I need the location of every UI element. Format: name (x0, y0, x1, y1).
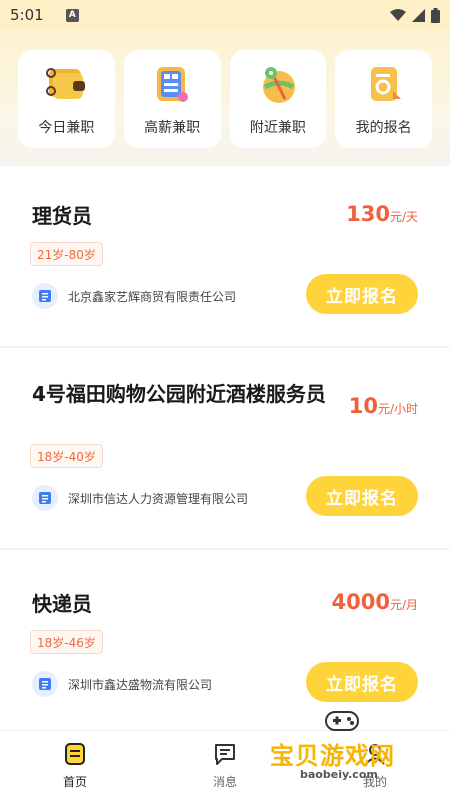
apply-button[interactable]: 立即报名 (306, 274, 418, 314)
company-row: 深圳市鑫达盛物流有限公司 (32, 671, 212, 697)
salary-unit: 元/天 (389, 210, 418, 224)
age-tag: 21岁-80岁 (30, 242, 103, 266)
job-list: 理货员 130元/天 21岁-80岁 北京鑫家艺辉商贸有限责任公司 立即报名 4… (0, 166, 450, 732)
quick-link-label: 我的报名 (355, 120, 412, 136)
tab-label: 消息 (212, 775, 237, 789)
job-salary: 4000元/月 (332, 590, 419, 614)
salary-unit: 元/月 (389, 598, 418, 612)
status-time: 5:01 (10, 6, 44, 24)
salary-amount: 4000 (331, 590, 390, 614)
message-icon (215, 744, 235, 765)
company-icon (32, 485, 58, 511)
company-name: 北京鑫家艺辉商贸有限责任公司 (68, 289, 237, 304)
quick-links-row: 今日兼职 高薪兼职 附近兼职 我的报名 (18, 50, 432, 148)
company-icon (32, 671, 58, 697)
job-title: 理货员 (32, 204, 92, 228)
salary-unit: 元/小时 (377, 402, 418, 416)
signal-icon (412, 8, 425, 22)
quick-link-my-signups[interactable]: 我的报名 (335, 50, 432, 148)
quick-link-label: 今日兼职 (38, 120, 95, 136)
apply-button[interactable]: 立即报名 (306, 662, 418, 702)
job-card[interactable]: 4号福田购物公园附近酒楼服务员 10元/小时 18岁-40岁 深圳市信达人力资源… (0, 348, 450, 548)
job-salary: 10元/小时 (349, 394, 418, 418)
quick-link-high-pay[interactable]: 高薪兼职 (123, 50, 221, 148)
company-name: 深圳市鑫达盛物流有限公司 (68, 677, 213, 692)
age-tag: 18岁-40岁 (30, 444, 103, 468)
watermark-url: baobeiy.com (300, 768, 378, 781)
watermark-logo: 宝贝游戏网 baobeiy.com (270, 706, 420, 786)
home-list-icon (65, 743, 85, 765)
map-icon (262, 67, 295, 103)
tab-home[interactable]: 首页 (0, 731, 150, 800)
wallet-icon (46, 68, 86, 99)
apply-button[interactable]: 立即报名 (306, 476, 418, 516)
company-row: 深圳市信达人力资源管理有限公司 (32, 485, 248, 511)
tab-label: 首页 (62, 775, 87, 789)
notification-icon: A (65, 8, 79, 22)
job-card[interactable]: 快递员 4000元/月 18岁-46岁 深圳市鑫达盛物流有限公司 立即报名 (0, 550, 450, 730)
salary-amount: 130 (346, 202, 390, 226)
document-icon (370, 67, 401, 101)
gamepad-icon (325, 711, 359, 731)
company-icon (32, 283, 58, 309)
quick-link-today[interactable]: 今日兼职 (18, 50, 115, 148)
quick-link-label: 高薪兼职 (144, 120, 201, 136)
status-bar: 5:01 A (0, 0, 450, 30)
quick-link-label: 附近兼职 (249, 120, 306, 136)
battery-icon (431, 7, 440, 23)
company-row: 北京鑫家艺辉商贸有限责任公司 (32, 283, 236, 309)
salary-amount: 10 (348, 394, 378, 418)
age-tag: 18岁-46岁 (30, 630, 103, 654)
quick-link-nearby[interactable]: 附近兼职 (229, 50, 327, 148)
job-title: 快递员 (32, 592, 92, 616)
calculator-icon (157, 67, 189, 102)
wifi-icon (390, 8, 406, 21)
watermark-text: 宝贝游戏网 (270, 742, 395, 770)
job-card[interactable]: 理货员 130元/天 21岁-80岁 北京鑫家艺辉商贸有限责任公司 立即报名 (0, 166, 450, 346)
job-salary: 130元/天 (346, 202, 418, 226)
company-name: 深圳市信达人力资源管理有限公司 (68, 491, 249, 506)
job-title: 4号福田购物公园附近酒楼服务员 (32, 382, 326, 406)
